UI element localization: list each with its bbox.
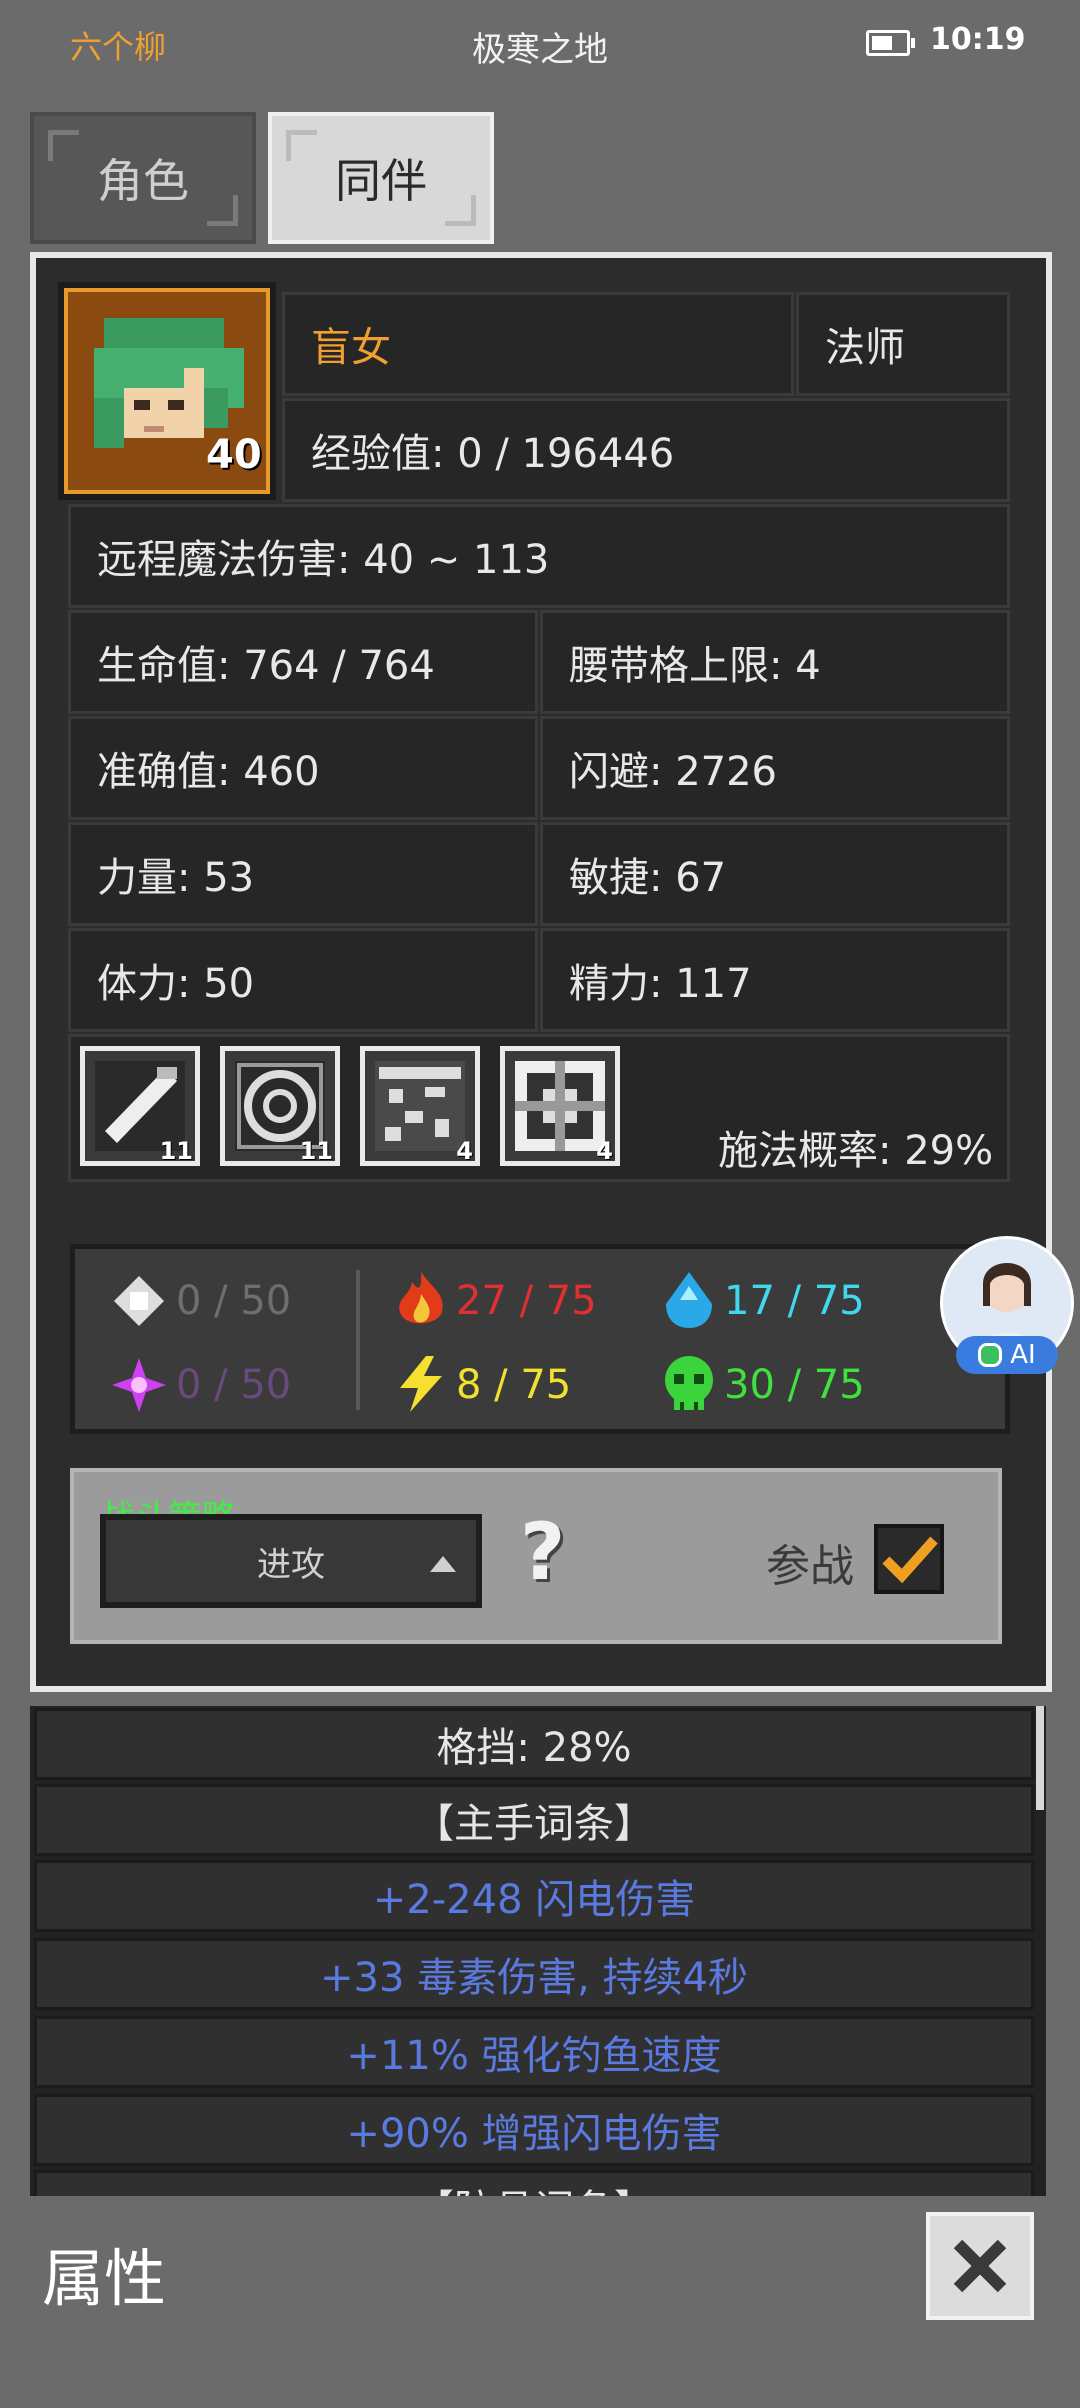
ai-badge: AI xyxy=(956,1336,1058,1374)
cast-chance: 施法概率: 29% xyxy=(718,1128,994,1174)
scrollbar[interactable] xyxy=(1036,1706,1044,1810)
resist-physical: 0 / 50 xyxy=(176,1278,292,1324)
resist-arcane: 0 / 50 xyxy=(176,1362,292,1408)
battery-icon xyxy=(866,30,915,56)
stat-stamina: 体力: 50 xyxy=(68,928,538,1032)
stat-accuracy: 准确值: 460 xyxy=(68,716,538,820)
stat-belt-slots: 腰带格上限: 4 xyxy=(540,610,1010,714)
footer-title: 属性 xyxy=(42,2242,167,2315)
cold-icon xyxy=(666,1272,712,1328)
resist-fire: 27 / 75 xyxy=(456,1278,597,1324)
resist-lightning: 8 / 75 xyxy=(456,1362,572,1408)
fire-icon xyxy=(399,1272,443,1324)
location-title: 极寒之地 xyxy=(472,30,608,70)
skill-count: 4 xyxy=(456,1137,473,1165)
skill-slot-1[interactable]: 11 xyxy=(80,1046,200,1166)
strategy-selected: 进攻 xyxy=(257,1544,325,1585)
join-battle-label: 参战 xyxy=(766,1541,854,1592)
close-icon xyxy=(953,2239,1007,2293)
list-item: 【防具词条】 xyxy=(34,2170,1034,2196)
chevron-up-icon xyxy=(430,1556,456,1572)
list-item: +2-248 闪电伤害 xyxy=(34,1860,1034,1932)
list-item: +11% 强化钓鱼速度 xyxy=(34,2016,1034,2088)
stat-dodge: 闪避: 2726 xyxy=(540,716,1010,820)
tab-companion[interactable]: 同伴 xyxy=(268,112,494,244)
magic-damage: 远程魔法伤害: 40 ~ 113 xyxy=(68,504,1010,608)
tab-companion-label: 同伴 xyxy=(335,154,427,208)
resist-cold: 17 / 75 xyxy=(724,1278,865,1324)
status-bar: 六个柳 极寒之地 10:19 xyxy=(0,0,1080,84)
skill-count: 11 xyxy=(159,1137,193,1165)
ai-assistant-button[interactable]: AI xyxy=(940,1236,1074,1374)
poison-icon xyxy=(665,1356,713,1410)
skill-slot-4[interactable]: 4 xyxy=(500,1046,620,1166)
stat-agility: 敏捷: 67 xyxy=(540,822,1010,926)
companion-class: 法师 xyxy=(796,292,1010,396)
exp-value: 经验值: 0 / 196446 xyxy=(282,398,1010,502)
strategy-select[interactable]: 进攻 xyxy=(100,1514,482,1608)
stat-energy: 精力: 117 xyxy=(540,928,1010,1032)
skill-count: 4 xyxy=(596,1137,613,1165)
tab-role-label: 角色 xyxy=(97,154,189,208)
stat-strength: 力量: 53 xyxy=(68,822,538,926)
arcane-icon xyxy=(112,1358,166,1412)
companion-name: 盲女 xyxy=(282,292,794,396)
companion-level: 40 xyxy=(206,432,262,478)
frost-block-skill-icon xyxy=(515,1061,605,1151)
stat-hp: 生命值: 764 / 764 xyxy=(68,610,538,714)
list-item: 格挡: 28% xyxy=(34,1708,1034,1780)
resist-poison: 30 / 75 xyxy=(724,1362,865,1408)
help-button[interactable]: ? xyxy=(520,1508,565,1598)
physical-icon xyxy=(114,1276,164,1326)
close-button[interactable] xyxy=(926,2212,1034,2320)
skill-slot-3[interactable]: 4 xyxy=(360,1046,480,1166)
list-item: +33 毒素伤害, 持续4秒 xyxy=(34,1938,1034,2010)
cracked-stone-skill-icon xyxy=(375,1061,465,1151)
checkmark-icon xyxy=(882,1536,938,1584)
tab-role[interactable]: 角色 xyxy=(30,112,256,244)
skill-slot-2[interactable]: 11 xyxy=(220,1046,340,1166)
lightning-icon xyxy=(400,1356,442,1412)
attribute-list[interactable]: 格挡: 28% 【主手词条】 +2-248 闪电伤害 +33 毒素伤害, 持续4… xyxy=(30,1706,1046,2196)
join-battle-checkbox[interactable] xyxy=(874,1524,944,1594)
resist-divider xyxy=(356,1270,360,1410)
list-item: +90% 增强闪电伤害 xyxy=(34,2094,1034,2166)
skill-count: 11 xyxy=(299,1137,333,1165)
list-item: 【主手词条】 xyxy=(34,1784,1034,1856)
clock: 10:19 xyxy=(930,22,1026,57)
